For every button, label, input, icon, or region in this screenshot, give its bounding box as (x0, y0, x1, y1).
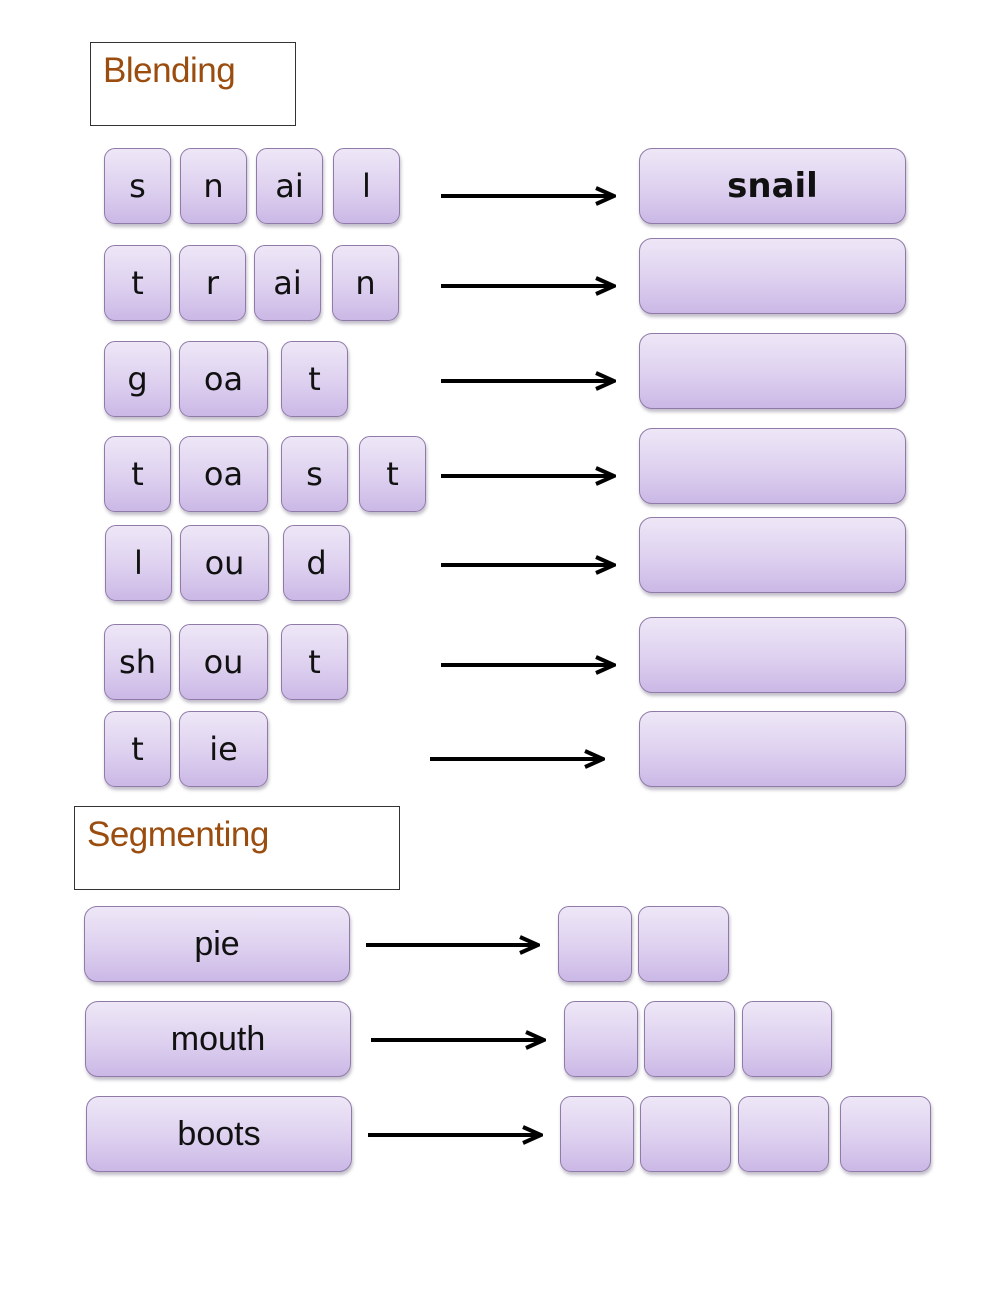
letter-tile[interactable]: ie (179, 711, 268, 787)
word-tile[interactable]: pie (84, 906, 350, 982)
sound-box[interactable] (742, 1001, 832, 1077)
word-tile[interactable]: mouth (85, 1001, 351, 1077)
sound-box[interactable] (840, 1096, 931, 1172)
letter-tile[interactable]: l (333, 148, 400, 224)
letter-tile[interactable]: t (104, 711, 171, 787)
sound-box[interactable] (560, 1096, 634, 1172)
blending-title: Blending (103, 51, 236, 90)
letter-tile[interactable]: ou (180, 525, 269, 601)
letter-tile[interactable]: s (104, 148, 171, 224)
arrow-right-icon (366, 935, 540, 955)
answer-box[interactable] (639, 428, 906, 504)
segmenting-title: Segmenting (87, 815, 269, 854)
letter-tile[interactable]: t (104, 245, 171, 321)
answer-box[interactable] (639, 238, 906, 314)
blending-title-box: Blending (90, 42, 296, 126)
letter-tile[interactable]: ai (256, 148, 323, 224)
letter-tile[interactable]: t (104, 436, 171, 512)
arrow-right-icon (441, 186, 616, 206)
letter-tile[interactable]: t (359, 436, 426, 512)
letter-tile[interactable]: g (104, 341, 171, 417)
answer-box[interactable] (639, 333, 906, 409)
sound-box[interactable] (738, 1096, 829, 1172)
answer-box[interactable]: snail (639, 148, 906, 224)
letter-tile[interactable]: s (281, 436, 348, 512)
letter-tile[interactable]: ai (254, 245, 321, 321)
sound-box[interactable] (638, 906, 729, 982)
sound-box[interactable] (640, 1096, 731, 1172)
arrow-right-icon (371, 1030, 546, 1050)
answer-box[interactable] (639, 711, 906, 787)
arrow-right-icon (441, 655, 616, 675)
letter-tile[interactable]: d (283, 525, 350, 601)
answer-box[interactable] (639, 517, 906, 593)
answer-box[interactable] (639, 617, 906, 693)
segmenting-title-box: Segmenting (74, 806, 400, 890)
arrow-right-icon (368, 1125, 543, 1145)
letter-tile[interactable]: t (281, 624, 348, 700)
letter-tile[interactable]: oa (179, 436, 268, 512)
letter-tile[interactable]: r (179, 245, 246, 321)
letter-tile[interactable]: sh (104, 624, 171, 700)
arrow-right-icon (430, 749, 605, 769)
arrow-right-icon (441, 276, 616, 296)
letter-tile[interactable]: ou (179, 624, 268, 700)
letter-tile[interactable]: oa (179, 341, 268, 417)
arrow-right-icon (441, 466, 616, 486)
arrow-right-icon (441, 555, 616, 575)
word-tile[interactable]: boots (86, 1096, 352, 1172)
sound-box[interactable] (564, 1001, 638, 1077)
arrow-right-icon (441, 371, 616, 391)
letter-tile[interactable]: n (180, 148, 247, 224)
letter-tile[interactable]: n (332, 245, 399, 321)
letter-tile[interactable]: l (105, 525, 172, 601)
sound-box[interactable] (644, 1001, 735, 1077)
sound-box[interactable] (558, 906, 632, 982)
letter-tile[interactable]: t (281, 341, 348, 417)
